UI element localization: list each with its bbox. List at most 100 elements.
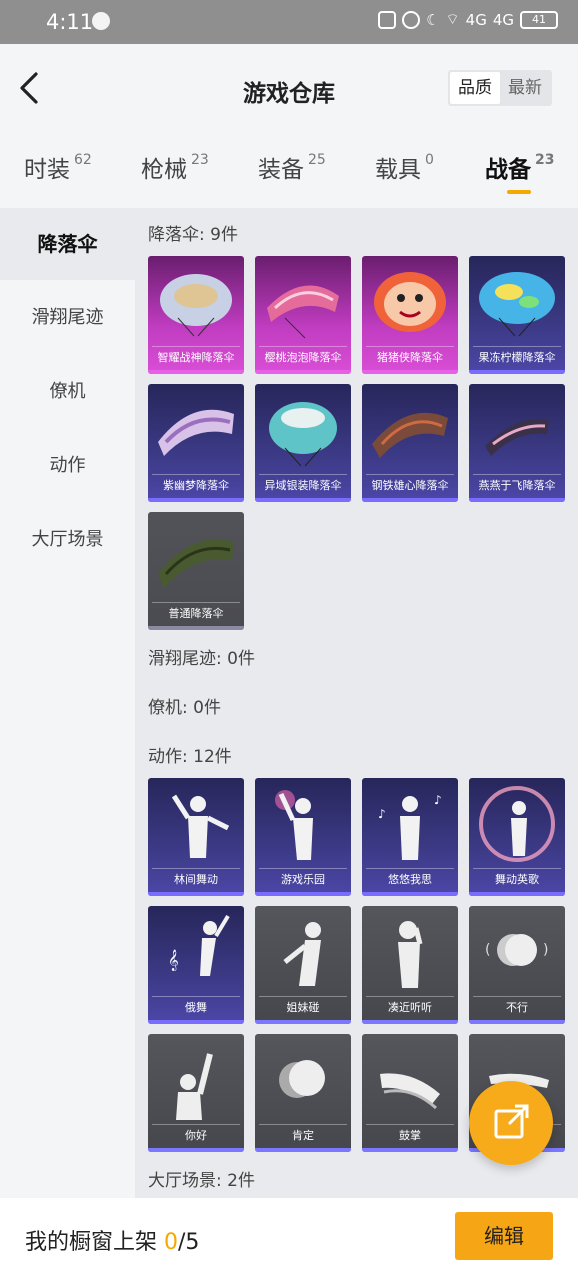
status-time: 4:11 [46,10,94,34]
section-title-parachute: 降落伞: 9件 [148,225,238,245]
share-button[interactable] [469,1081,553,1165]
item-card[interactable]: 樱桃泡泡降落伞 [255,256,351,374]
item-label: 林间舞动 [148,868,244,892]
item-label: 俄舞 [148,996,244,1020]
category-tabs: 时装 62 枪械 23 装备 25 载具 0 战备 23 [0,136,578,208]
item-card[interactable]: () 不行 [469,906,565,1024]
tab-label: 时装 [24,157,70,183]
tab-count: 23 [191,152,209,169]
dancer-icon [479,786,555,862]
wifi-icon: ⌔ [445,10,460,28]
quality-bar [148,626,244,630]
item-label: 鼓掌 [362,1124,458,1148]
svg-text:♪: ♪ [378,807,386,821]
sidebar-item-parachute[interactable]: 降落伞 [0,208,135,280]
header: 游戏仓库 品质 最新 [0,44,578,136]
edit-button[interactable]: 编辑 [455,1212,553,1260]
parachute-icon [160,274,232,337]
svg-text:): ) [543,942,548,958]
alarm-icon [402,10,421,29]
quality-bar [148,1148,244,1152]
parachute-icon [374,272,446,332]
item-card[interactable]: 异域银装降落伞 [255,384,351,502]
sort-toggle[interactable]: 品质 最新 [448,70,552,106]
nfc-icon [378,10,397,29]
head-shake-icon: () [485,934,548,966]
parachute-icon [479,272,555,337]
item-card[interactable]: 鼓掌 [362,1034,458,1152]
tab-count: 25 [308,152,326,169]
parachute-icon [158,409,234,456]
sidebar-item-emote[interactable]: 动作 [0,430,135,502]
item-label: 异域银装降落伞 [255,474,351,498]
sort-quality-button[interactable]: 品质 [450,72,500,104]
ballet-icon: 𝄞 [168,914,230,976]
item-card[interactable]: 猪猪侠降落伞 [362,256,458,374]
tab-equipment[interactable]: 装备 25 [258,150,326,184]
sidebar-item-trail[interactable]: 滑翔尾迹 [0,282,135,354]
item-label: 舞动英歌 [469,868,565,892]
item-card[interactable]: ♪ ♪ 悠悠我思 [362,778,458,896]
sort-newest-button[interactable]: 最新 [500,72,550,104]
signal-icon-1: 4G [465,10,487,29]
item-card[interactable]: 普通降落伞 [148,512,244,630]
item-label: 樱桃泡泡降落伞 [255,346,351,370]
quality-bar [362,370,458,374]
hip-bump-icon [283,922,321,986]
tab-combat-supplies[interactable]: 战备 23 [485,150,555,194]
footer-bar: 我的橱窗上架 0/5 编辑 [0,1198,578,1280]
item-card[interactable]: 果冻柠檬降落伞 [469,256,565,374]
parachute-icon [269,402,337,467]
item-label: 凑近听听 [362,996,458,1020]
quality-bar [148,892,244,896]
item-card[interactable]: 凑近听听 [362,906,458,1024]
sidebar-item-wingman[interactable]: 僚机 [0,356,135,428]
item-card[interactable]: 舞动英歌 [469,778,565,896]
item-card[interactable]: 你好 [148,1034,244,1152]
external-link-icon [494,1104,529,1139]
quality-bar [362,1148,458,1152]
tab-count: 0 [425,152,434,169]
parachute-icon [372,412,448,458]
tab-vehicles[interactable]: 载具 0 [375,150,434,184]
item-card[interactable]: 游戏乐园 [255,778,351,896]
showcase-total: /5 [178,1230,200,1255]
item-card[interactable]: 林间舞动 [148,778,244,896]
item-label: 猪猪侠降落伞 [362,346,458,370]
item-label: 紫幽梦降落伞 [148,474,244,498]
item-card[interactable]: 燕燕于飞降落伞 [469,384,565,502]
tab-count: 23 [535,152,555,169]
dancer-icon [275,790,313,860]
tab-label: 战备 [485,157,531,183]
parachute-icon [267,285,339,339]
item-label: 你好 [148,1124,244,1148]
status-bar: 4:11 ☾ ⌔ 4G 4G 41 [0,0,578,44]
quality-bar [255,892,351,896]
tab-guns[interactable]: 枪械 23 [141,150,209,184]
nod-icon [279,1060,325,1098]
svg-text:(: ( [485,942,490,958]
item-label: 智耀战神降落伞 [148,346,244,370]
tab-active-indicator [507,190,531,194]
quality-bar [362,498,458,502]
item-card[interactable]: 紫幽梦降落伞 [148,384,244,502]
quality-bar [255,498,351,502]
svg-text:♪: ♪ [434,793,442,807]
quality-bar [469,370,565,374]
quality-bar [148,498,244,502]
tab-fashion[interactable]: 时装 62 [24,150,92,184]
section-title-trail: 滑翔尾迹: 0件 [148,649,255,669]
tab-label: 装备 [258,157,304,183]
tab-label: 枪械 [141,157,187,183]
item-card[interactable]: 肯定 [255,1034,351,1152]
item-card[interactable]: 钢铁雄心降落伞 [362,384,458,502]
item-card[interactable]: 姐妹碰 [255,906,351,1024]
item-card[interactable]: 智耀战神降落伞 [148,256,244,374]
moon-icon: ☾ [426,10,440,29]
sidebar-item-lobby[interactable]: 大厅场景 [0,504,135,576]
item-card[interactable]: 𝄞 俄舞 [148,906,244,1024]
quality-bar [255,1020,351,1024]
showcase-count: 我的橱窗上架 0/5 [25,1224,199,1256]
item-label: 燕燕于飞降落伞 [469,474,565,498]
item-list[interactable]: 降落伞: 9件 智耀战神降落伞 樱桃泡泡降落伞 猪猪侠降落伞 果冻柠檬降落伞 紫… [135,208,578,1198]
